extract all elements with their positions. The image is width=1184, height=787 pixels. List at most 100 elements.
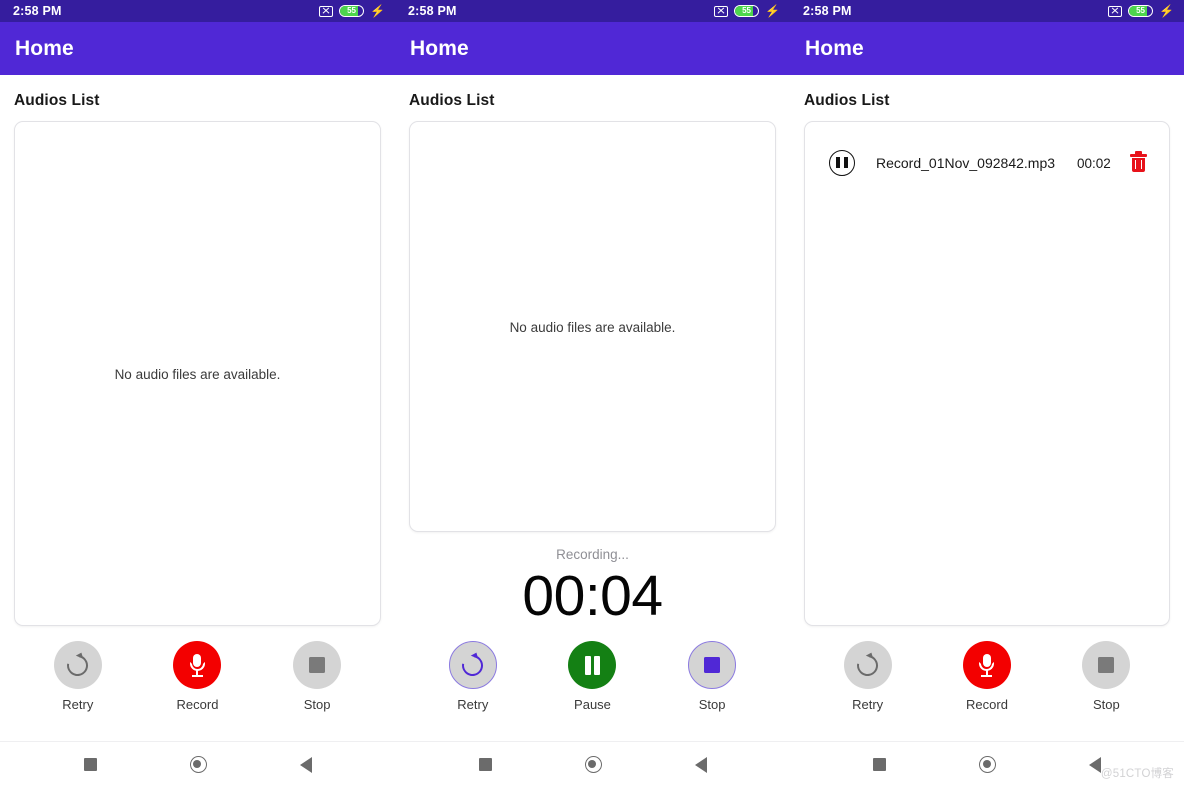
mute-x-icon xyxy=(319,5,334,17)
app-bar: Home xyxy=(0,22,395,75)
refresh-icon xyxy=(458,650,488,680)
status-bar: 2:58 PM 55 ⚡ xyxy=(790,0,1184,22)
status-time: 2:58 PM xyxy=(803,4,852,18)
audios-list-heading: Audios List xyxy=(409,92,495,109)
panel-recording: 2:58 PM 55 ⚡ Home Audios List No audio f… xyxy=(395,0,790,787)
list-item[interactable]: Record_01Nov_092842.mp3 00:02 xyxy=(805,122,1169,176)
status-bar: 2:58 PM 55 ⚡ xyxy=(0,0,395,22)
retry-button-circle[interactable] xyxy=(843,641,892,689)
battery-icon: 55 xyxy=(339,5,365,17)
stop-square-icon xyxy=(309,657,326,673)
panel-body: Audios List Record_01Nov_092842.mp3 00:0… xyxy=(790,75,1184,787)
android-nav-bar xyxy=(395,741,790,787)
recorder-controls: Retry Record Stop xyxy=(0,641,395,729)
record-button[interactable]: Record xyxy=(944,641,1030,712)
watermark: @51CTO博客 xyxy=(1100,768,1174,780)
retry-button-circle[interactable] xyxy=(448,641,497,689)
home-icon[interactable] xyxy=(189,756,207,773)
stop-button-label: Stop xyxy=(698,697,726,712)
status-icon-group: 55 ⚡ xyxy=(1108,5,1174,17)
back-icon[interactable] xyxy=(299,756,312,773)
refresh-icon xyxy=(63,650,93,680)
stop-square-icon xyxy=(704,657,721,673)
charging-bolt-icon: ⚡ xyxy=(1159,4,1174,18)
charging-bolt-icon: ⚡ xyxy=(370,4,385,18)
page-title: Home xyxy=(805,36,864,60)
microphone-icon xyxy=(977,653,997,677)
panel-body: Audios List No audio files are available… xyxy=(0,75,395,787)
stop-button[interactable]: Stop xyxy=(274,641,360,712)
panel-body: Audios List No audio files are available… xyxy=(395,75,790,787)
audio-duration: 00:02 xyxy=(1077,155,1111,171)
audios-list-heading: Audios List xyxy=(14,92,100,109)
stop-button-circle[interactable] xyxy=(293,641,342,689)
stop-button-label: Stop xyxy=(303,697,331,712)
retry-button-label: Retry xyxy=(62,697,94,712)
retry-button-label: Retry xyxy=(457,697,489,712)
retry-button[interactable]: Retry xyxy=(825,641,911,712)
stop-button[interactable]: Stop xyxy=(1063,641,1149,712)
home-icon[interactable] xyxy=(979,756,996,773)
stop-button-circle[interactable] xyxy=(688,641,737,689)
retry-button-label: Retry xyxy=(852,697,884,712)
charging-bolt-icon: ⚡ xyxy=(765,4,780,18)
empty-state-message: No audio files are available. xyxy=(509,320,676,335)
battery-level-label: 55 xyxy=(347,6,356,15)
battery-level-label: 55 xyxy=(1136,6,1145,15)
recents-icon[interactable] xyxy=(83,758,97,771)
pause-button-label: Pause xyxy=(574,697,611,712)
audios-list-card: No audio files are available. xyxy=(409,121,776,532)
android-nav-bar xyxy=(0,741,395,787)
record-button-circle[interactable] xyxy=(173,641,222,689)
pause-circle-icon[interactable] xyxy=(829,150,855,176)
back-icon[interactable] xyxy=(694,756,707,773)
pause-icon xyxy=(584,655,601,675)
retry-button-circle[interactable] xyxy=(53,641,102,689)
status-time: 2:58 PM xyxy=(408,4,457,18)
recents-icon[interactable] xyxy=(478,758,492,771)
page-title: Home xyxy=(410,36,469,60)
recording-timer: 00:04 xyxy=(522,564,663,628)
record-button[interactable]: Record xyxy=(154,641,240,712)
audios-list-card: Record_01Nov_092842.mp3 00:02 xyxy=(804,121,1170,626)
retry-button[interactable]: Retry xyxy=(35,641,121,712)
panel-with-recording: 2:58 PM 55 ⚡ Home Audios List Record_01N… xyxy=(790,0,1184,787)
trash-icon[interactable] xyxy=(1130,151,1147,173)
app-bar: Home xyxy=(790,22,1184,75)
recents-icon[interactable] xyxy=(873,758,886,771)
pause-button[interactable]: Pause xyxy=(549,641,635,712)
record-button-label: Record xyxy=(176,697,219,712)
empty-state-message: No audio files are available. xyxy=(114,367,281,382)
panel-idle-empty: 2:58 PM 55 ⚡ Home Audios List No audio f… xyxy=(0,0,395,787)
mute-x-icon xyxy=(1108,5,1123,17)
retry-button[interactable]: Retry xyxy=(430,641,516,712)
battery-icon: 55 xyxy=(1128,5,1154,17)
mute-x-icon xyxy=(714,5,729,17)
pause-button-circle[interactable] xyxy=(568,641,617,689)
recording-status-text: Recording... xyxy=(556,547,629,562)
back-icon[interactable] xyxy=(1089,756,1101,773)
status-time: 2:58 PM xyxy=(13,4,62,18)
status-icon-group: 55 ⚡ xyxy=(319,5,385,17)
refresh-icon xyxy=(853,650,883,680)
status-bar: 2:58 PM 55 ⚡ xyxy=(395,0,790,22)
stop-button-label: Stop xyxy=(1092,697,1120,712)
microphone-icon xyxy=(187,653,207,677)
stop-square-icon xyxy=(1098,657,1115,673)
page-title: Home xyxy=(15,36,74,60)
battery-icon: 55 xyxy=(734,5,760,17)
stop-button[interactable]: Stop xyxy=(669,641,755,712)
audio-file-name: Record_01Nov_092842.mp3 xyxy=(876,155,1056,171)
audios-list-heading: Audios List xyxy=(804,92,890,109)
stop-button-circle[interactable] xyxy=(1082,641,1131,689)
recorder-controls: Retry Pause Stop xyxy=(395,641,790,729)
app-bar: Home xyxy=(395,22,790,75)
audios-list-card: No audio files are available. xyxy=(14,121,381,626)
status-icon-group: 55 ⚡ xyxy=(714,5,780,17)
home-icon[interactable] xyxy=(584,756,602,773)
battery-level-label: 55 xyxy=(742,6,751,15)
record-button-circle[interactable] xyxy=(962,641,1011,689)
record-button-label: Record xyxy=(966,697,1008,712)
recorder-controls: Retry Record Stop xyxy=(790,641,1184,729)
triple-panel-screenshot: 2:58 PM 55 ⚡ Home Audios List No audio f… xyxy=(0,0,1184,787)
